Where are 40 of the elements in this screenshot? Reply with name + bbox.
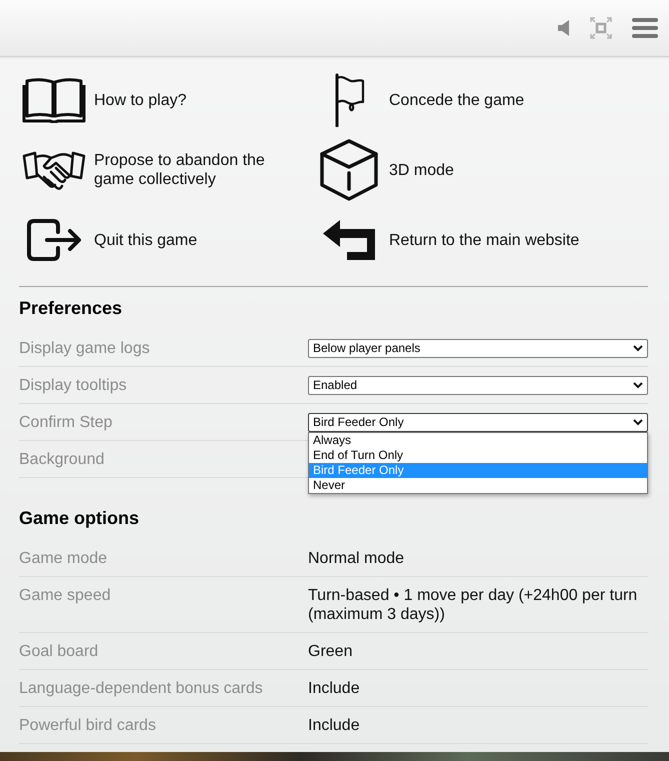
section-title: Preferences <box>19 297 124 319</box>
dropdown-option[interactable]: End of Turn Only <box>309 448 647 463</box>
setting-label: Background <box>19 450 106 469</box>
return-arrow-icon <box>323 220 375 260</box>
section-title: Game options <box>19 507 140 529</box>
fullscreen-icon[interactable] <box>590 17 612 39</box>
flag-icon <box>333 73 365 127</box>
option-value: Include <box>308 716 361 735</box>
option-label: Powerful bird cards <box>19 716 157 735</box>
menu-action[interactable]: Return to the main website <box>314 205 648 275</box>
chevron-icon <box>633 419 643 426</box>
dropdown-select[interactable]: Bird Feeder Only <box>308 413 648 432</box>
menu-action[interactable]: Propose to abandon the game collectively <box>19 135 314 205</box>
dropdown-select[interactable]: Below player panels <box>308 339 648 358</box>
option-value: Turn-based • 1 move per day (+24h00 per turn (maximum 3 days)) <box>308 586 638 624</box>
menu-action[interactable]: How to play? <box>19 65 314 135</box>
option-value: Include <box>308 679 361 698</box>
dropdown-option[interactable]: Never <box>309 478 647 493</box>
menu-action[interactable]: 3D mode <box>314 135 648 205</box>
dropdown-option[interactable]: Always <box>309 433 647 448</box>
menu-action[interactable]: Concede the game <box>314 65 648 135</box>
exit-icon <box>25 218 83 262</box>
speaker-icon[interactable] <box>558 20 570 36</box>
option-label: Goal board <box>19 642 100 661</box>
menu-icon[interactable] <box>632 18 658 38</box>
dropdown-select[interactable]: Enabled <box>308 376 648 395</box>
handshake-icon <box>22 149 86 191</box>
chevron-icon <box>633 382 643 389</box>
setting-label: Display game logs <box>19 339 151 358</box>
setting-label: Confirm Step <box>19 413 114 432</box>
chevron-icon <box>633 345 643 352</box>
cube-icon <box>319 139 379 201</box>
option-value: Green <box>308 642 354 661</box>
book-icon <box>22 77 86 123</box>
option-label: Game speed <box>19 586 112 605</box>
option-label: Game mode <box>19 549 108 568</box>
option-value: Normal mode <box>308 549 406 568</box>
setting-label: Display tooltips <box>19 376 128 395</box>
option-label: Language-dependent bonus cards <box>19 679 264 698</box>
menu-action[interactable]: Quit this game <box>19 205 314 275</box>
